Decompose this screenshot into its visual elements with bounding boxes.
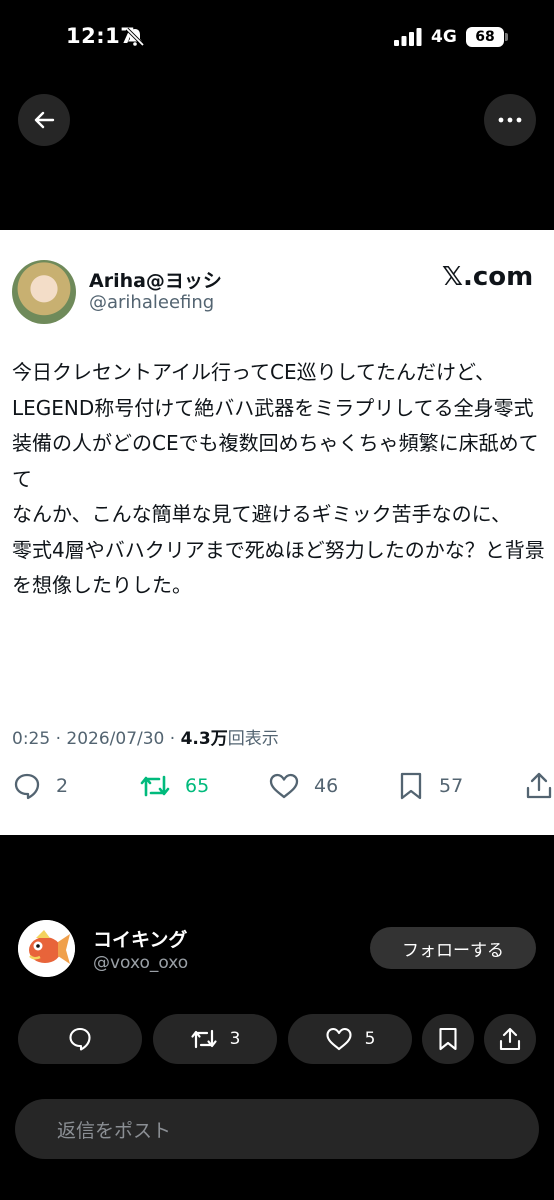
like-heart-icon	[326, 1027, 352, 1051]
bookmark-button[interactable]	[422, 1014, 474, 1064]
like-action[interactable]: 46	[268, 771, 338, 801]
bookmark-count: 57	[439, 775, 464, 797]
reply-input[interactable]: 返信をポスト	[15, 1099, 539, 1159]
author-name[interactable]: Ariha@ヨッシ	[89, 266, 222, 293]
comment-icon	[69, 1027, 91, 1051]
share-action[interactable]	[524, 771, 554, 801]
heart-icon	[269, 773, 299, 799]
share-icon	[526, 772, 552, 799]
magikarp-avatar-icon	[18, 920, 75, 977]
more-button[interactable]	[484, 94, 536, 146]
battery-icon: 68	[466, 27, 504, 47]
retweet-action[interactable]: 65	[139, 771, 209, 801]
tweet-meta: 0:25 · 2026/07/30 · 4.3万回表示	[12, 724, 279, 749]
tweet-text: 今日クレセントアイル行ってCE巡りしてたんだけど、 LEGEND称号付けて絶バハ…	[12, 360, 545, 597]
network-type: 4G	[431, 27, 457, 47]
arrow-left-icon	[34, 111, 55, 129]
bookmark-icon	[400, 772, 422, 800]
repost-button[interactable]: 3	[153, 1014, 277, 1064]
repost-icon	[190, 1029, 217, 1049]
reply-icon	[14, 773, 40, 800]
like-count-pill: 5	[364, 1029, 376, 1049]
like-count: 46	[314, 775, 339, 797]
more-dots-icon	[498, 117, 522, 123]
signal-icon	[394, 28, 422, 46]
x-logo: 𝕏.com	[442, 262, 534, 292]
reply-placeholder: 返信をポスト	[57, 1119, 172, 1142]
retweet-icon	[140, 775, 170, 797]
share-button[interactable]	[484, 1014, 536, 1064]
tweet-card: Ariha@ヨッシ @arihaleefing 𝕏.com 今日クレセントアイル…	[0, 230, 554, 835]
battery-tip	[505, 33, 508, 41]
poster-name[interactable]: コイキング	[93, 925, 187, 952]
view-count: 4.3万	[180, 729, 228, 749]
repost-count: 3	[229, 1029, 241, 1049]
reply-button[interactable]	[18, 1014, 142, 1064]
retweet-count: 65	[185, 775, 210, 797]
like-button[interactable]: 5	[288, 1014, 412, 1064]
view-count-suffix: 回表示	[227, 729, 279, 749]
author-handle[interactable]: @arihaleefing	[89, 292, 214, 313]
back-button[interactable]	[18, 94, 70, 146]
reply-action[interactable]: 2	[12, 771, 68, 801]
poster-handle[interactable]: @voxo_oxo	[93, 953, 188, 973]
follow-button[interactable]: フォローする	[370, 927, 536, 969]
tweet-timestamp: 0:25 · 2026/07/30 ·	[12, 729, 181, 749]
poster-avatar[interactable]	[18, 920, 75, 977]
author-avatar[interactable]	[12, 260, 76, 324]
upload-share-icon	[499, 1027, 521, 1051]
bookmark-outline-icon	[439, 1027, 457, 1051]
bookmark-action[interactable]: 57	[397, 771, 463, 801]
bell-muted-icon	[125, 27, 145, 47]
reply-count: 2	[56, 775, 69, 797]
